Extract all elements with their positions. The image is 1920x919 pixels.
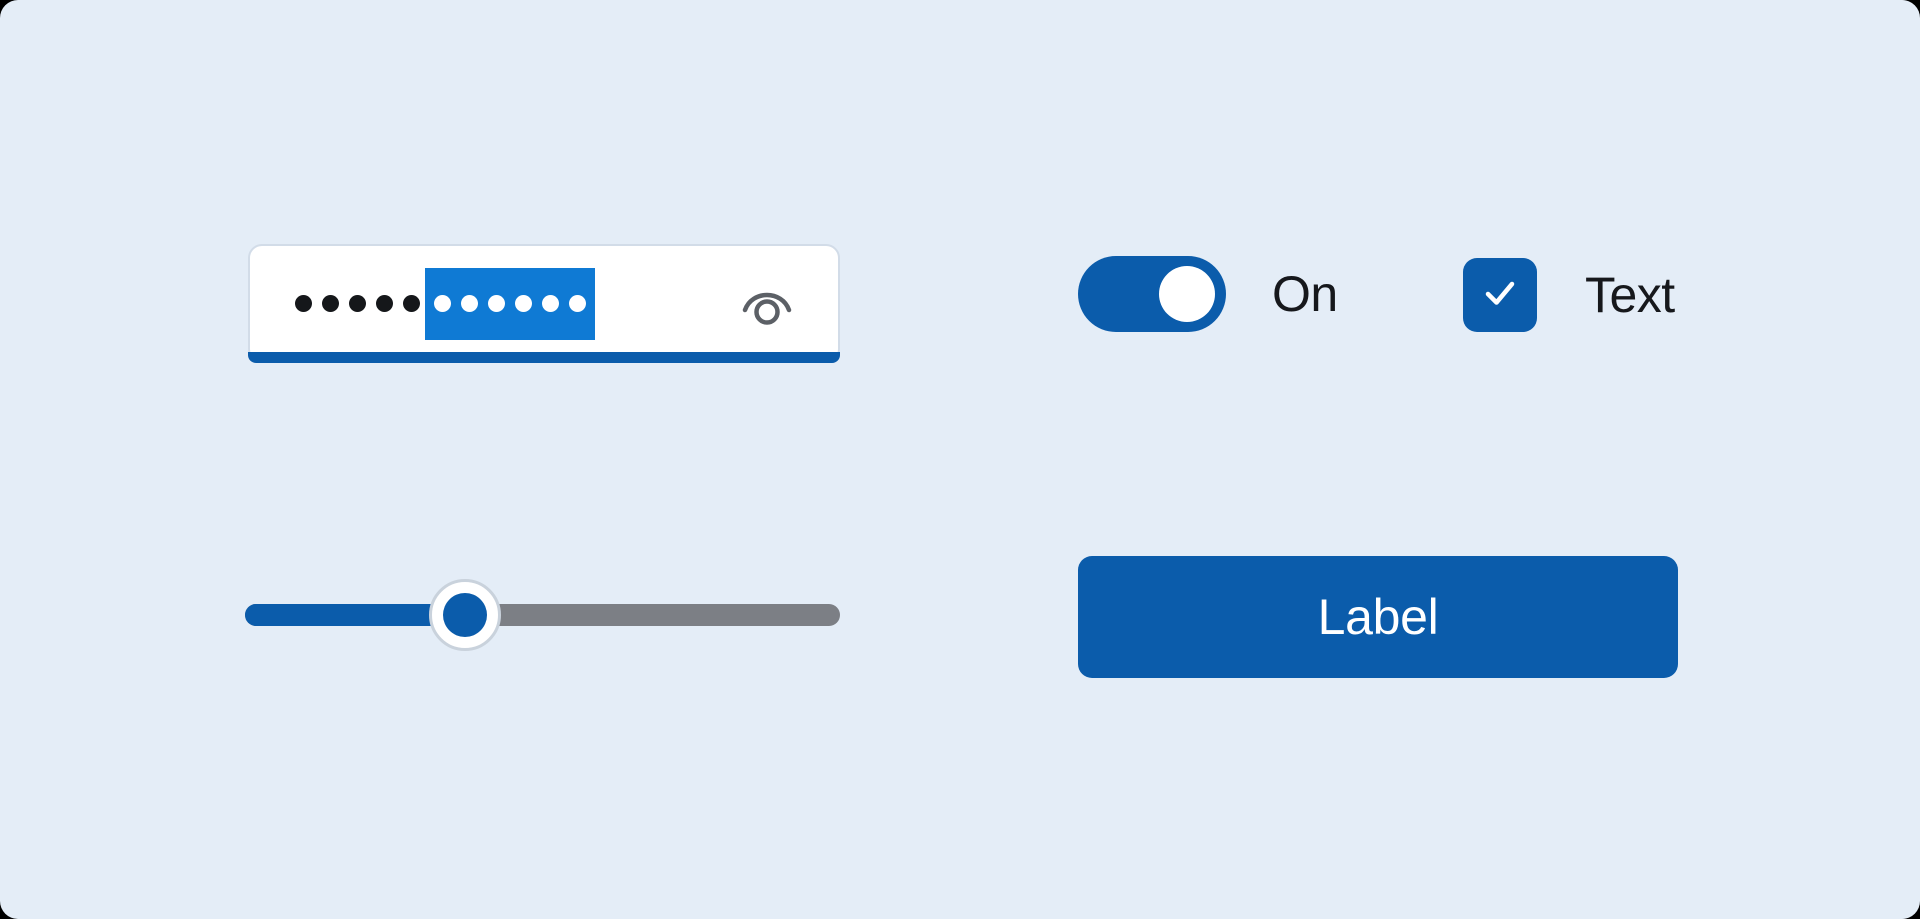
password-focus-underline [248,352,840,363]
password-dot-selected [461,295,478,312]
check-icon [1478,271,1522,320]
password-dots-unselected [290,268,425,340]
password-dot [376,295,393,312]
primary-button[interactable]: Label [1078,556,1678,678]
password-dot [403,295,420,312]
toggle-switch[interactable] [1078,256,1226,332]
password-dot-selected [542,295,559,312]
password-dot-selected [488,295,505,312]
password-dot-selected [515,295,532,312]
password-dot-selected [434,295,451,312]
checkbox-label: Text [1585,267,1675,323]
toggle-label: On [1272,266,1338,322]
password-dots-selected [425,267,595,340]
password-dot [295,295,312,312]
password-masked-value [290,246,595,361]
slider[interactable] [245,579,840,651]
checkbox[interactable] [1463,258,1537,332]
page-root: On Text Label [0,0,1920,919]
toggle-thumb [1159,266,1215,322]
password-dot-selected [569,295,586,312]
password-dot [349,295,366,312]
toggle-switch-row[interactable]: On [1078,256,1338,332]
password-dot [322,295,339,312]
eye-icon[interactable] [740,282,794,326]
password-input[interactable] [248,244,840,363]
checkbox-row[interactable]: Text [1463,258,1675,332]
slider-thumb[interactable] [429,579,502,651]
slider-thumb-dot [443,593,488,637]
